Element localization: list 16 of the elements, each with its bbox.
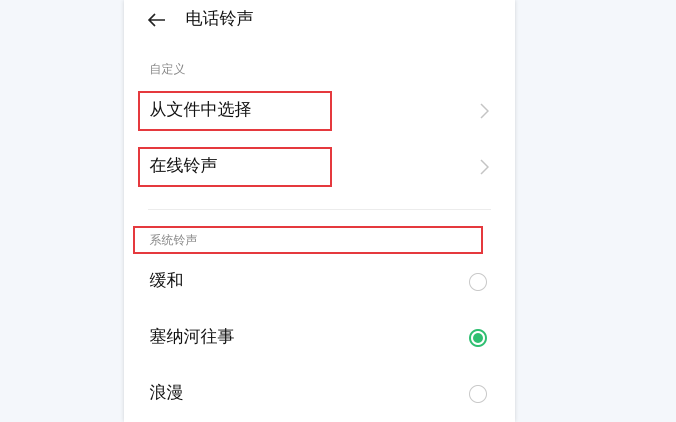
item-label: 在线铃声 <box>138 147 332 187</box>
radio-button[interactable] <box>468 329 486 347</box>
back-arrow-icon[interactable] <box>148 12 166 26</box>
ringtone-label: 缓和 <box>150 270 184 294</box>
menu-item[interactable]: 在线铃声 <box>124 139 514 195</box>
radio-button[interactable] <box>468 385 486 403</box>
section-header: 自定义 <box>150 61 186 78</box>
ringtone-label: 塞纳河往事 <box>150 326 234 350</box>
radio-button[interactable] <box>468 273 486 291</box>
chevron-right-icon <box>480 103 488 119</box>
section-header: 系统铃声 <box>132 226 482 254</box>
ringtone-label: 浪漫 <box>150 382 184 406</box>
item-label: 从文件中选择 <box>138 91 332 131</box>
chevron-right-icon <box>480 159 488 175</box>
menu-item[interactable]: 从文件中选择 <box>124 83 514 139</box>
page-title: 电话铃声 <box>186 8 254 31</box>
